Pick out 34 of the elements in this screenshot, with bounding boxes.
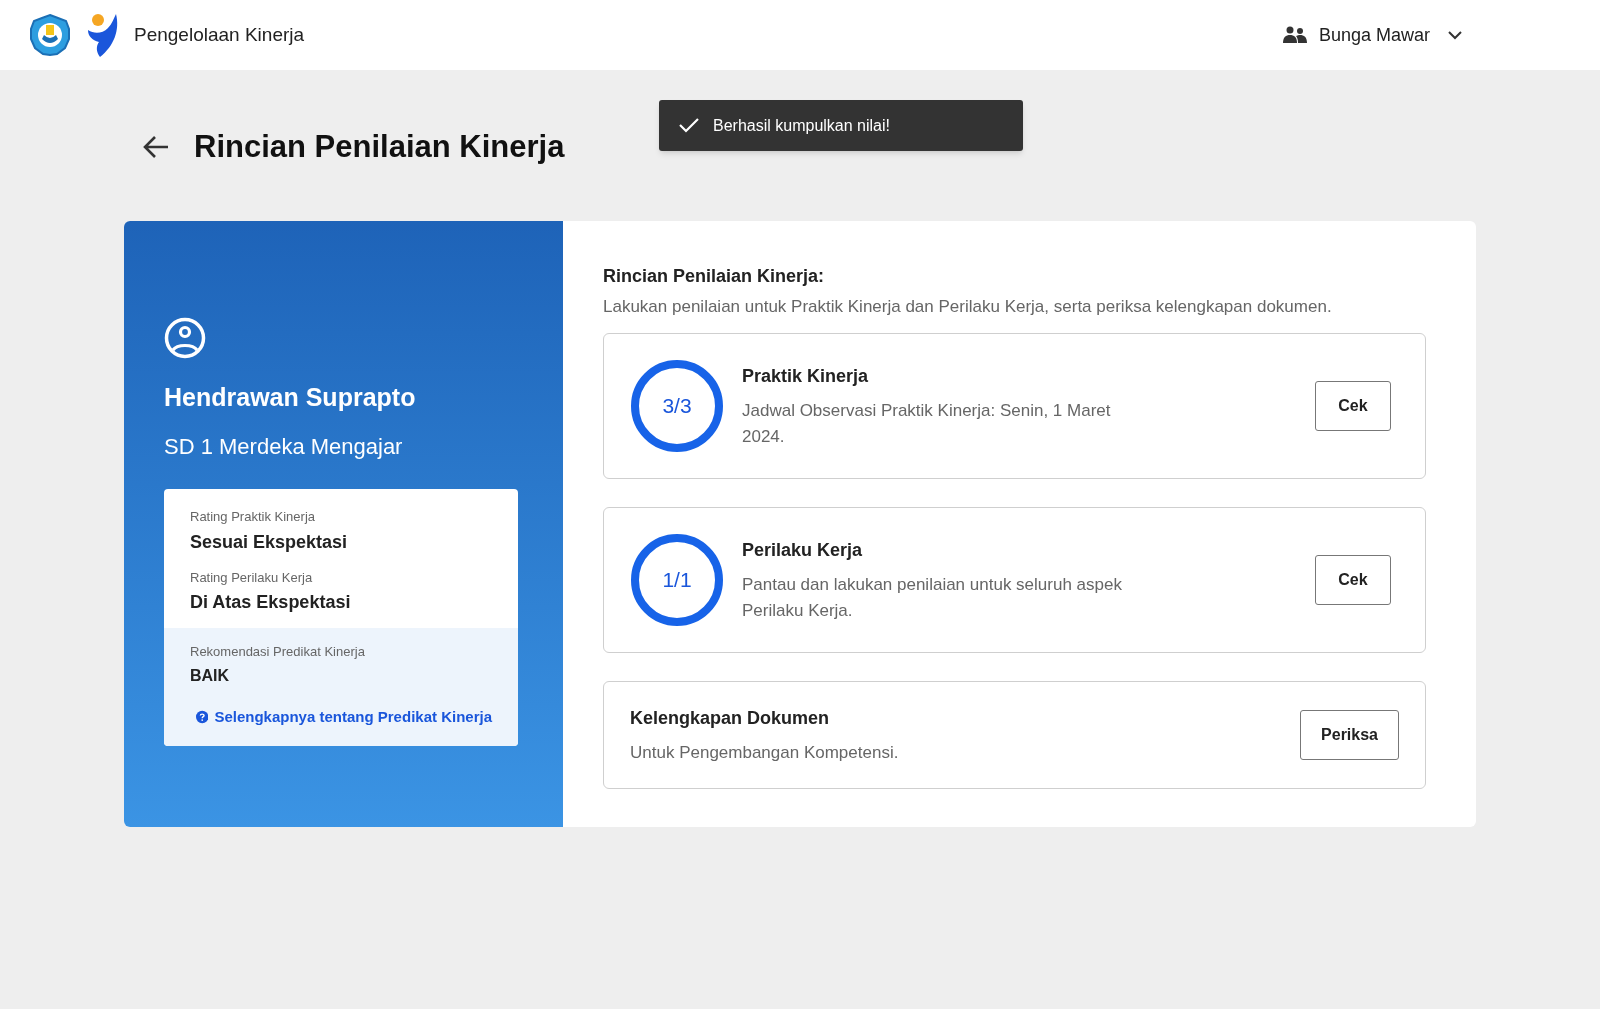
item-description: Untuk Pengembangan Kompetensi. [630, 741, 900, 764]
user-menu[interactable]: Bunga Mawar [1282, 21, 1462, 49]
rating-value: Sesuai Ekspektasi [190, 530, 349, 554]
predikat-info-link[interactable]: Selengkapnya tentang Predikat Kinerja [196, 705, 492, 728]
back-arrow-icon [142, 135, 170, 160]
rating-label: Rating Praktik Kinerja [190, 508, 316, 526]
item-title: Praktik Kinerja [742, 364, 870, 388]
chevron-down-icon [1448, 30, 1462, 40]
rating-label: Rating Perilaku Kerja [190, 568, 314, 587]
item-title: Perilaku Kerja [742, 538, 864, 562]
recommendation-value: BAIK [190, 665, 231, 686]
item-description: Jadwal Observasi Praktik Kinerja: Senin, 1 Maret 2024. [742, 399, 1112, 448]
check-button[interactable]: Cek [1315, 555, 1391, 605]
toast-message: Berhasil kumpulkan nilai! [713, 115, 890, 136]
rating-value: Di Atas Ekspektasi [190, 591, 352, 614]
profile-name: Hendrawan Suprapto [164, 381, 417, 413]
review-button[interactable]: Periksa [1300, 710, 1399, 760]
recommendation-label: Rekomendasi Predikat Kinerja [190, 643, 366, 661]
progress-score: 3/3 [662, 394, 692, 418]
details-title: Rincian Penilaian Kinerja: [603, 264, 826, 288]
progress-score: 1/1 [662, 568, 692, 592]
page-title: Rincian Penilaian Kinerja [194, 128, 565, 166]
check-icon [679, 118, 699, 133]
item-title: Kelengkapan Dokumen [630, 706, 831, 730]
details-subtitle: Lakukan penilaian untuk Praktik Kinerja dan Perilaku Kerja, serta periksa kelengkapan dokumen. [603, 295, 1333, 318]
emblem-logo-icon [28, 13, 72, 57]
item-description: Pantau dan lakukan penilaian untuk seluruh aspek Perilaku Kerja. [742, 573, 1123, 622]
people-icon [1282, 26, 1307, 44]
check-button[interactable]: Cek [1315, 381, 1391, 431]
figure-logo-icon [86, 12, 120, 58]
app-title: Pengelolaan Kinerja [134, 22, 305, 47]
help-icon [196, 708, 209, 725]
school-name: SD 1 Merdeka Mengajar [164, 433, 404, 461]
user-circle-icon [164, 316, 206, 359]
